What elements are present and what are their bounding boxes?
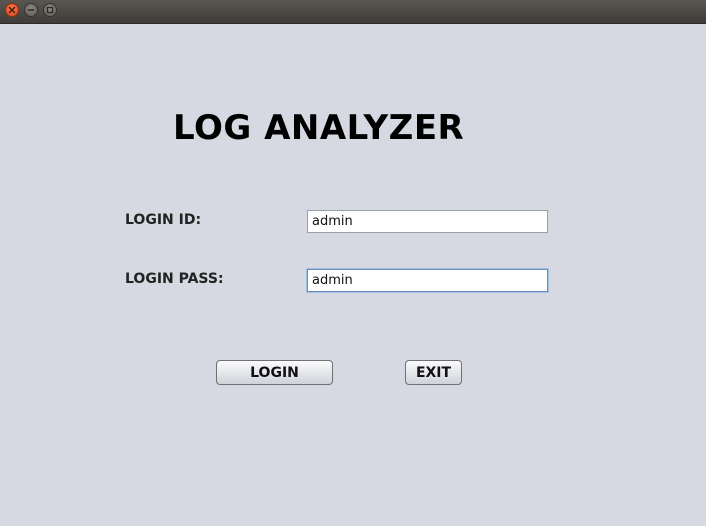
login-button[interactable]: LOGIN (216, 360, 333, 385)
window-titlebar[interactable] (0, 0, 706, 24)
maximize-icon[interactable] (43, 3, 57, 17)
login-id-field[interactable] (307, 210, 548, 233)
login-id-label: LOGIN ID: (125, 212, 202, 228)
page-title: LOG ANALYZER (173, 108, 465, 148)
app-window: LOG ANALYZER LOGIN ID: LOGIN PASS: LOGIN… (0, 0, 706, 526)
close-icon[interactable] (5, 3, 19, 17)
minimize-icon[interactable] (24, 3, 38, 17)
login-pass-label: LOGIN PASS: (125, 271, 224, 287)
exit-button[interactable]: EXIT (405, 360, 462, 385)
login-pass-field[interactable] (307, 269, 548, 292)
